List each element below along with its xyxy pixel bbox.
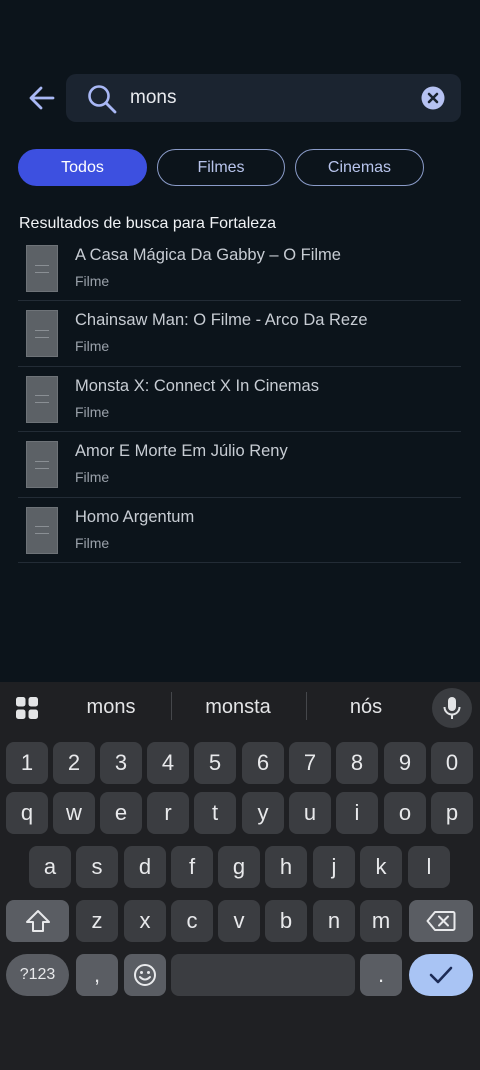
poster-placeholder-icon: [26, 441, 58, 489]
key-u[interactable]: u: [289, 792, 331, 834]
result-type: Filme: [75, 273, 110, 289]
poster-placeholder-icon: [26, 506, 58, 554]
suggestion-1[interactable]: mons: [60, 694, 162, 720]
key-4[interactable]: 4: [147, 742, 189, 784]
key-7[interactable]: 7: [289, 742, 331, 784]
suggestion-bar: mons monsta nós: [0, 682, 480, 732]
result-title: Monsta X: Connect X In Cinemas: [75, 376, 319, 395]
symbols-key[interactable]: ?123: [6, 954, 69, 996]
key-m[interactable]: m: [360, 900, 402, 942]
poster-placeholder-icon: [26, 375, 58, 423]
result-item[interactable]: Amor E Morte Em Júlio Reny Filme: [18, 432, 461, 498]
key-d[interactable]: d: [124, 846, 166, 888]
filter-chip-filmes[interactable]: Filmes: [157, 149, 285, 186]
result-title: A Casa Mágica Da Gabby – O Filme: [75, 246, 341, 264]
search-box[interactable]: [66, 74, 461, 122]
search-input[interactable]: [130, 82, 410, 114]
on-screen-keyboard: mons monsta nós 1 2 3 4 5 6 7 8 9 0 q w …: [0, 682, 480, 1070]
result-item[interactable]: Homo Argentum Filme: [18, 498, 461, 563]
suggestion-divider: [171, 692, 172, 720]
key-5[interactable]: 5: [194, 742, 236, 784]
key-3[interactable]: 3: [100, 742, 142, 784]
key-6[interactable]: 6: [242, 742, 284, 784]
key-1[interactable]: 1: [6, 742, 48, 784]
key-k[interactable]: k: [360, 846, 402, 888]
results-heading: Resultados de busca para Fortaleza: [19, 215, 277, 232]
filter-chips: Todos Filmes Cinemas: [18, 149, 424, 187]
key-8[interactable]: 8: [336, 742, 378, 784]
mic-button[interactable]: [432, 688, 472, 728]
key-0[interactable]: 0: [431, 742, 473, 784]
key-y[interactable]: y: [242, 792, 284, 834]
result-title: Amor E Morte Em Júlio Reny: [75, 442, 288, 461]
key-l[interactable]: l: [408, 846, 450, 888]
backspace-key[interactable]: [409, 900, 473, 942]
key-b[interactable]: b: [265, 900, 307, 942]
search-bar-row: [0, 74, 480, 122]
poster-placeholder-icon: [26, 310, 58, 358]
result-type: Filme: [75, 338, 110, 355]
key-s[interactable]: s: [76, 846, 118, 888]
enter-key[interactable]: [409, 954, 473, 996]
key-x[interactable]: x: [124, 900, 166, 942]
key-2[interactable]: 2: [53, 742, 95, 784]
key-h[interactable]: h: [265, 846, 307, 888]
space-key[interactable]: [171, 954, 355, 996]
emoji-icon: [134, 964, 156, 986]
period-key[interactable]: .: [360, 954, 402, 996]
key-a[interactable]: a: [29, 846, 71, 888]
result-type: Filme: [75, 469, 110, 486]
key-c[interactable]: c: [171, 900, 213, 942]
key-t[interactable]: t: [194, 792, 236, 834]
poster-placeholder-icon: [26, 245, 58, 292]
key-j[interactable]: j: [313, 846, 355, 888]
shift-icon: [25, 910, 50, 932]
checkmark-icon: [429, 966, 453, 984]
result-title: Chainsaw Man: O Filme - Arco Da Reze: [75, 311, 368, 330]
microphone-icon: [443, 697, 461, 719]
result-item[interactable]: A Casa Mágica Da Gabby – O Filme Filme: [18, 236, 461, 302]
key-z[interactable]: z: [76, 900, 118, 942]
clear-circle-icon[interactable]: [421, 86, 445, 110]
back-button[interactable]: [22, 80, 62, 116]
result-type: Filme: [75, 403, 110, 420]
key-w[interactable]: w: [53, 792, 95, 834]
key-n[interactable]: n: [313, 900, 355, 942]
magnifier-icon: [88, 85, 117, 114]
shift-key[interactable]: [6, 900, 69, 942]
result-item[interactable]: Monsta X: Connect X In Cinemas Filme: [18, 367, 461, 433]
key-i[interactable]: i: [336, 792, 378, 834]
key-r[interactable]: r: [147, 792, 189, 834]
key-9[interactable]: 9: [384, 742, 426, 784]
app-grid-icon[interactable]: [14, 695, 40, 721]
key-e[interactable]: e: [100, 792, 142, 834]
suggestion-divider: [306, 692, 307, 720]
key-p[interactable]: p: [431, 792, 473, 834]
results-list: A Casa Mágica Da Gabby – O Filme Filme C…: [18, 236, 461, 563]
key-v[interactable]: v: [218, 900, 260, 942]
filter-chip-cinemas[interactable]: Cinemas: [295, 149, 424, 186]
search-screen: Todos Filmes Cinemas Resultados de busca…: [0, 0, 480, 682]
key-o[interactable]: o: [384, 792, 426, 834]
arrow-left-icon: [29, 86, 55, 110]
result-type: Filme: [75, 534, 110, 551]
suggestion-2[interactable]: monsta: [176, 694, 300, 720]
key-f[interactable]: f: [171, 846, 213, 888]
result-item[interactable]: Chainsaw Man: O Filme - Arco Da Reze Fil…: [18, 301, 461, 367]
suggestion-3[interactable]: nós: [312, 694, 420, 720]
comma-key[interactable]: ,: [76, 954, 118, 996]
result-title: Homo Argentum: [75, 507, 195, 526]
filter-chip-todos[interactable]: Todos: [18, 149, 147, 186]
key-q[interactable]: q: [6, 792, 48, 834]
emoji-key[interactable]: [124, 954, 166, 996]
backspace-icon: [426, 911, 456, 931]
key-g[interactable]: g: [218, 846, 260, 888]
